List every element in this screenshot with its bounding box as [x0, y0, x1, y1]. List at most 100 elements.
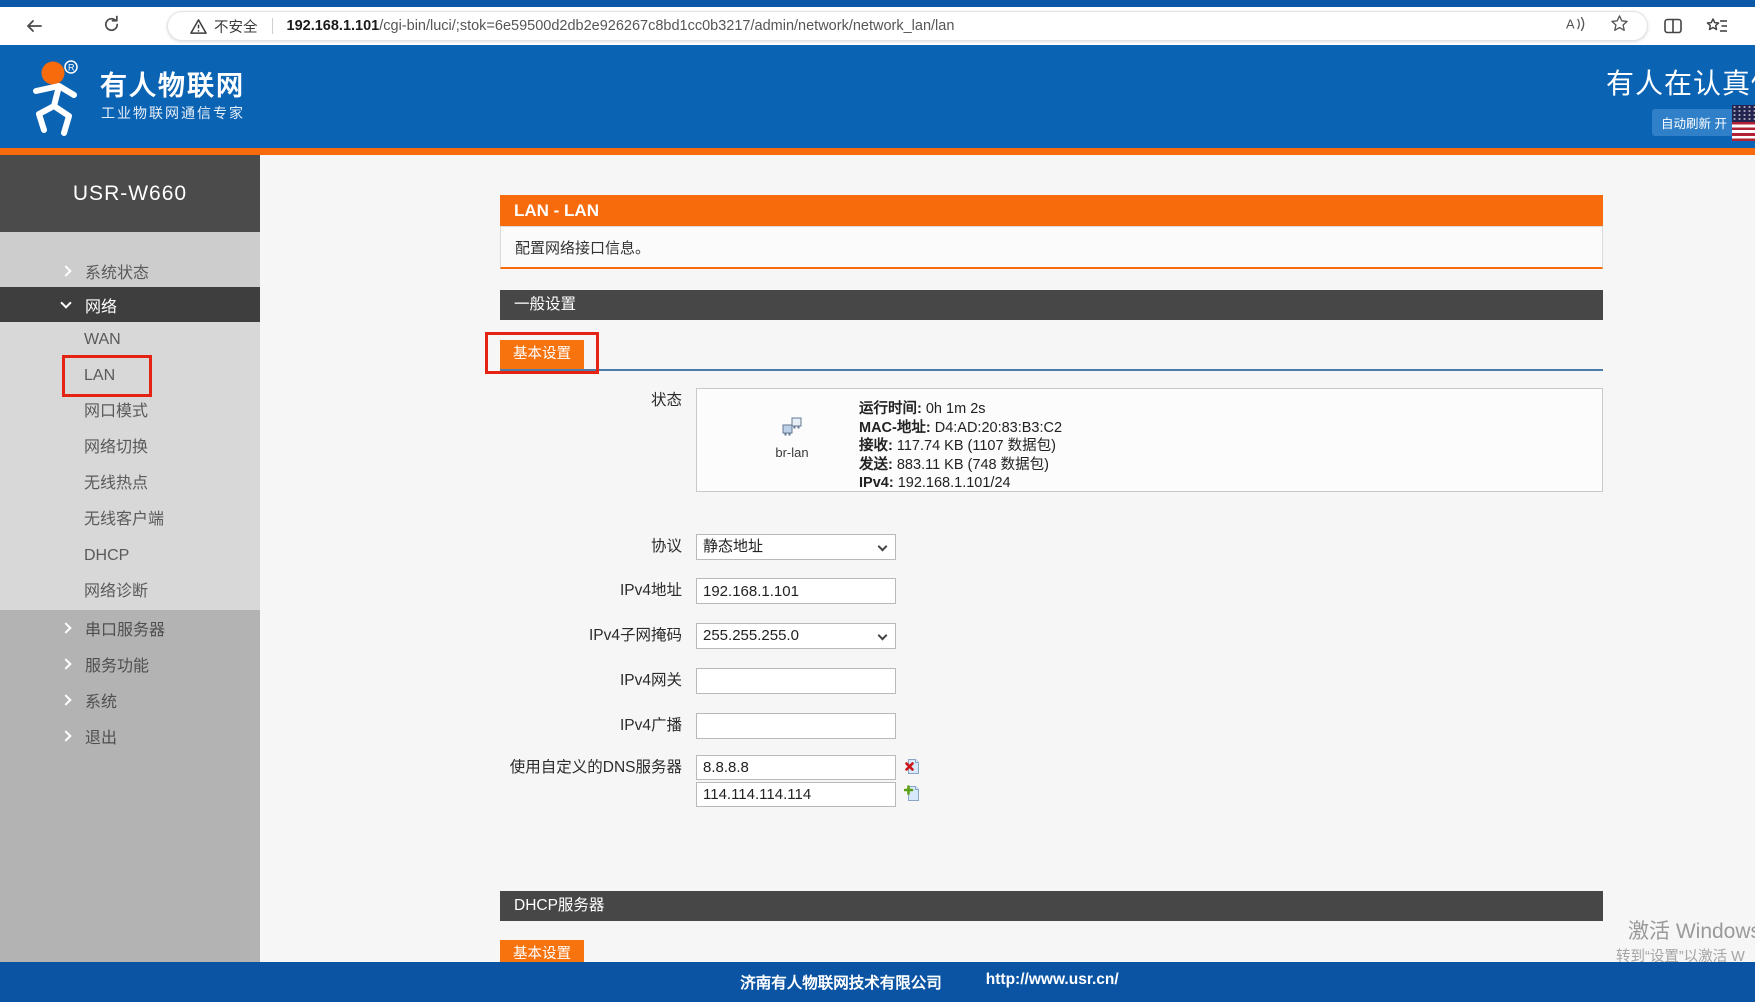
dns-row: 使用自定义的DNS服务器	[500, 755, 896, 807]
sidebar-item-network[interactable]: 网络	[0, 287, 260, 322]
page: 不安全 192.168.1.101/cgi-bin/luci/;stok=6e5…	[0, 0, 1755, 1002]
netmask-value: 255.255.255.0	[703, 627, 799, 644]
status-line: 接收: 117.74 KB (1107 数据包)	[859, 437, 1062, 456]
url-domain: 192.168.1.101	[287, 18, 380, 34]
back-icon[interactable]	[24, 16, 44, 41]
chevron-right-icon	[60, 265, 71, 276]
main-area: LAN - LAN 配置网络接口信息。 一般设置 基本设置 状态	[260, 155, 1755, 962]
sidebar-item-services[interactable]: 服务功能	[0, 646, 260, 682]
sidebar-item-serial-server[interactable]: 串口服务器	[0, 610, 260, 646]
tab-underline	[500, 369, 1603, 371]
sidebar-item-label: 系统状态	[85, 259, 149, 283]
status-details: 运行时间: 0h 1m 2s MAC-地址: D4:AD:20:83:B3:C2…	[859, 389, 1062, 491]
broadcast-row: IPv4广播	[500, 713, 896, 739]
address-bar[interactable]: 不安全 192.168.1.101/cgi-bin/luci/;stok=6e5…	[167, 11, 1648, 41]
protocol-select[interactable]: 静态地址	[696, 534, 896, 560]
split-screen-icon[interactable]	[1663, 16, 1683, 41]
chevron-down-icon	[878, 542, 888, 552]
collections-icon[interactable]	[1706, 16, 1728, 41]
chevron-right-icon	[60, 622, 71, 633]
sidebar-item-system-status[interactable]: 系统状态	[0, 255, 260, 287]
sidebar-item-dhcp[interactable]: DHCP	[0, 538, 260, 574]
device-name: USR-W660	[0, 155, 260, 232]
section-general-settings: 一般设置	[500, 290, 1603, 320]
netmask-label: IPv4子网掩码	[500, 623, 682, 649]
status-row: 状态 br-lan	[500, 388, 1603, 492]
sidebar-item-label: 退出	[85, 724, 117, 748]
sidebar-item-wireless-client[interactable]: 无线客户端	[0, 502, 260, 538]
sidebar-item-system[interactable]: 系统	[0, 682, 260, 718]
windows-activation-watermark-line1: 激活 Windows	[1628, 915, 1755, 945]
brand-title: 有人物联网	[100, 64, 245, 103]
status-label: 状态	[500, 388, 682, 414]
sidebar-item-label: 服务功能	[85, 652, 149, 676]
add-dns-icon[interactable]	[904, 785, 921, 807]
annotation-box-lan	[62, 355, 152, 397]
sidebar-item-network-switch[interactable]: 网络切换	[0, 430, 260, 466]
us-flag-icon[interactable]	[1732, 105, 1755, 141]
footer-company: 济南有人物联网技术有限公司	[740, 971, 942, 993]
sidebar-item-label: 网络	[85, 293, 117, 317]
broadcast-label: IPv4广播	[500, 713, 682, 739]
url-path: /cgi-bin/luci/;stok=6e59500d2db2e926267c…	[379, 18, 954, 34]
ipv4-address-label: IPv4地址	[500, 578, 682, 604]
svg-text:A: A	[1566, 16, 1575, 31]
chevron-right-icon	[60, 730, 71, 741]
protocol-row: 协议 静态地址	[500, 534, 896, 560]
dns-label: 使用自定义的DNS服务器	[500, 755, 682, 781]
brand-subtitle: 工业物联网通信专家	[101, 103, 245, 123]
ethernet-bridge-icon	[780, 424, 804, 441]
sidebar-item-network-diagnosis[interactable]: 网络诊断	[0, 574, 260, 610]
gateway-label: IPv4网关	[500, 668, 682, 694]
usr-logo-icon: R	[24, 58, 90, 143]
dns-input-1[interactable]	[696, 755, 896, 780]
page-description: 配置网络接口信息。	[500, 226, 1603, 269]
sidebar-item-logout[interactable]: 退出	[0, 718, 260, 754]
svg-text:R: R	[68, 63, 75, 73]
favorite-star-icon[interactable]	[1610, 14, 1629, 38]
site-header: R 有人物联网 工业物联网通信专家 有人在认真做 自动刷新 开	[0, 45, 1755, 155]
interface-name: br-lan	[737, 445, 847, 460]
refresh-icon[interactable]	[102, 15, 121, 39]
chevron-down-icon	[60, 297, 71, 308]
read-aloud-icon[interactable]: A	[1566, 15, 1588, 38]
browser-chrome: 不安全 192.168.1.101/cgi-bin/luci/;stok=6e5…	[0, 0, 1755, 45]
site-info-warning-icon[interactable]	[190, 18, 207, 35]
tab-basic-settings-dhcp[interactable]: 基本设置	[500, 940, 584, 962]
chevron-down-icon	[878, 631, 888, 641]
remove-dns-icon[interactable]	[904, 758, 921, 780]
sidebar-item-port-mode[interactable]: 网口模式	[0, 394, 260, 430]
annotation-box-basic-tab	[485, 332, 599, 374]
status-box: br-lan 运行时间: 0h 1m 2s MAC-地址: D4:AD:20:8…	[696, 388, 1603, 492]
ipv4-broadcast-input[interactable]	[696, 713, 896, 739]
auto-refresh-toggle[interactable]: 自动刷新 开	[1652, 109, 1736, 136]
sidebar-item-wireless-hotspot[interactable]: 无线热点	[0, 466, 260, 502]
sidebar-item-label: 系统	[85, 688, 117, 712]
status-line: MAC-地址: D4:AD:20:83:B3:C2	[859, 419, 1062, 438]
address-divider	[272, 18, 273, 34]
gateway-row: IPv4网关	[500, 668, 896, 694]
sidebar-item-label: 串口服务器	[85, 616, 165, 640]
page-title: LAN - LAN	[500, 195, 1603, 226]
protocol-label: 协议	[500, 534, 682, 560]
netmask-row: IPv4子网掩码 255.255.255.0	[500, 623, 896, 649]
ipv4-address-row: IPv4地址	[500, 578, 896, 604]
protocol-value: 静态地址	[703, 538, 763, 555]
dns-input-2[interactable]	[696, 782, 896, 807]
sidebar-gap	[0, 232, 260, 255]
status-line: 运行时间: 0h 1m 2s	[859, 400, 1062, 419]
ipv4-gateway-input[interactable]	[696, 668, 896, 694]
section-dhcp-server: DHCP服务器	[500, 891, 1603, 921]
content-column: LAN - LAN 配置网络接口信息。 一般设置 基本设置 状态	[500, 155, 1603, 962]
sidebar-item-wan[interactable]: WAN	[0, 322, 260, 358]
sidebar: USR-W660 系统状态 网络 WAN LAN 网口模式 网络切换 无线热点 …	[0, 155, 260, 962]
url-text[interactable]: 192.168.1.101/cgi-bin/luci/;stok=6e59500…	[287, 18, 1567, 34]
netmask-select[interactable]: 255.255.255.0	[696, 623, 896, 649]
footer: 济南有人物联网技术有限公司 http://www.usr.cn/	[0, 962, 1755, 1002]
status-line: 发送: 883.11 KB (748 数据包)	[859, 456, 1062, 475]
windows-activation-watermark-line2: 转到“设置”以激活 W	[1616, 945, 1745, 962]
ipv4-address-input[interactable]	[696, 578, 896, 604]
security-label: 不安全	[214, 16, 258, 37]
chevron-right-icon	[60, 694, 71, 705]
footer-website-link[interactable]: http://www.usr.cn/	[986, 971, 1119, 993]
